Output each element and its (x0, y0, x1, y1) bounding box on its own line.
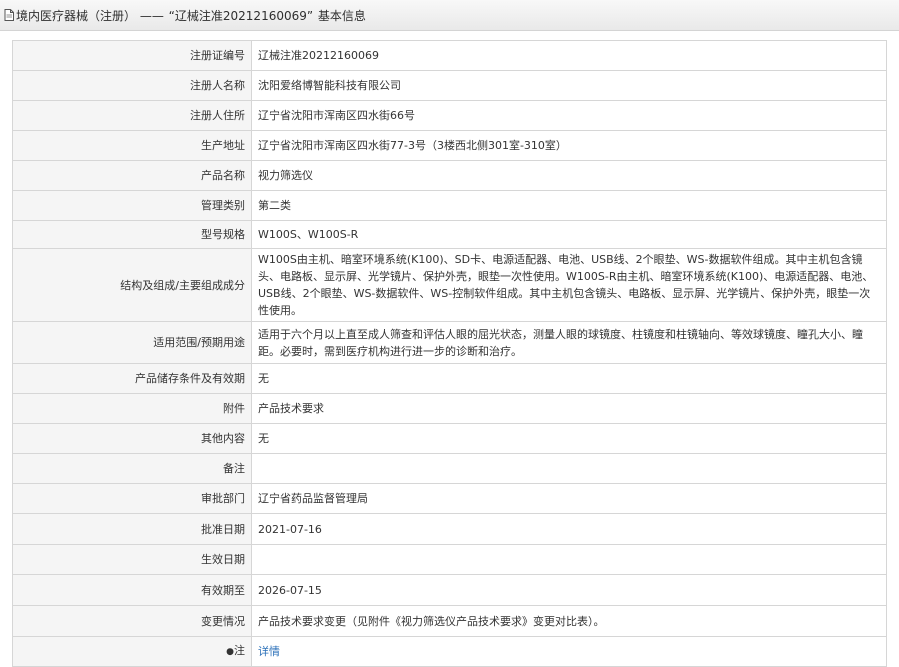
row-value: 第二类 (251, 190, 887, 221)
row-label: 其他内容 (12, 423, 252, 454)
row-value: 无 (251, 423, 887, 454)
title-prefix: 境内医疗器械（注册） (16, 8, 137, 23)
row-label: 有效期至 (12, 574, 252, 606)
row-value: 视力筛选仪 (251, 160, 887, 191)
details-link[interactable]: 详情 (258, 645, 280, 658)
row-label: 产品名称 (12, 160, 252, 191)
row-label: 适用范围/预期用途 (12, 321, 252, 364)
row-label: 型号规格 (12, 220, 252, 249)
table-row: 附件 产品技术要求 (12, 393, 887, 424)
row-label: 产品储存条件及有效期 (12, 363, 252, 394)
row-value: 2026-07-15 (251, 574, 887, 606)
row-label: ●注 (12, 636, 252, 667)
row-value: 辽械注准20212160069 (251, 40, 887, 71)
page-title: 境内医疗器械（注册） —— “辽械注准20212160069” 基本信息 (16, 7, 366, 24)
table-row: 产品名称 视力筛选仪 (12, 160, 887, 191)
row-label: 批准日期 (12, 513, 252, 545)
row-label: 注册人名称 (12, 70, 252, 101)
row-value: 辽宁省沈阳市浑南区四水街66号 (251, 100, 887, 131)
document-icon (4, 9, 14, 21)
row-value: 2021-07-16 (251, 513, 887, 545)
table-row: 型号规格 W100S、W100S-R (12, 220, 887, 249)
row-label: 审批部门 (12, 483, 252, 514)
row-label: 变更情况 (12, 605, 252, 637)
table-row: 适用范围/预期用途 适用于六个月以上直至成人筛查和评估人眼的屈光状态，测量人眼的… (12, 321, 887, 364)
table-row: 注册人名称 沈阳爱络博智能科技有限公司 (12, 70, 887, 101)
row-value: 沈阳爱络博智能科技有限公司 (251, 70, 887, 101)
row-label: 结构及组成/主要组成成分 (12, 248, 252, 322)
table-row: 结构及组成/主要组成成分 W100S由主机、暗室环境系统(K100)、SD卡、电… (12, 248, 887, 322)
row-label: 生效日期 (12, 544, 252, 575)
row-label: 管理类别 (12, 190, 252, 221)
table-row: 有效期至 2026-07-15 (12, 574, 887, 606)
basic-info-table: 注册证编号 辽械注准20212160069 注册人名称 沈阳爱络博智能科技有限公… (12, 40, 887, 667)
bullet-icon: ● (226, 647, 234, 657)
row-label: 生产地址 (12, 130, 252, 161)
table-row: 管理类别 第二类 (12, 190, 887, 221)
table-row: 产品储存条件及有效期 无 (12, 363, 887, 394)
row-value (251, 544, 887, 575)
row-label: 注册人住所 (12, 100, 252, 131)
row-value: 辽宁省沈阳市浑南区四水街77-3号（3楼西北侧301室-310室） (251, 130, 887, 161)
table-row: 批准日期 2021-07-16 (12, 513, 887, 545)
title-dash: —— (139, 8, 164, 23)
table-row: 注册人住所 辽宁省沈阳市浑南区四水街66号 (12, 100, 887, 131)
row-value: 产品技术要求变更（见附件《视力筛选仪产品技术要求》变更对比表）。 (251, 605, 887, 637)
row-value: W100S由主机、暗室环境系统(K100)、SD卡、电源适配器、电池、USB线、… (251, 248, 887, 322)
row-label: 注册证编号 (12, 40, 252, 71)
title-registration-number: “辽械注准20212160069” (168, 8, 314, 23)
row-label: 备注 (12, 453, 252, 484)
row-value (251, 453, 887, 484)
row-label: 附件 (12, 393, 252, 424)
row-value: 适用于六个月以上直至成人筛查和评估人眼的屈光状态，测量人眼的球镜度、柱镜度和柱镜… (251, 321, 887, 364)
table-row: 审批部门 辽宁省药品监督管理局 (12, 483, 887, 514)
table-row: 备注 (12, 453, 887, 484)
table-row: 其他内容 无 (12, 423, 887, 454)
note-label: 注 (234, 644, 245, 657)
table-row: 生产地址 辽宁省沈阳市浑南区四水街77-3号（3楼西北侧301室-310室） (12, 130, 887, 161)
row-value: 辽宁省药品监督管理局 (251, 483, 887, 514)
row-value: 无 (251, 363, 887, 394)
title-bar: 境内医疗器械（注册） —— “辽械注准20212160069” 基本信息 (0, 0, 899, 31)
table-row: 变更情况 产品技术要求变更（见附件《视力筛选仪产品技术要求》变更对比表）。 (12, 605, 887, 637)
table-row: ●注 详情 (12, 636, 887, 667)
title-suffix: 基本信息 (317, 8, 366, 23)
table-row: 注册证编号 辽械注准20212160069 (12, 40, 887, 71)
row-value: 详情 (251, 636, 887, 667)
row-value: 产品技术要求 (251, 393, 887, 424)
row-value: W100S、W100S-R (251, 220, 887, 249)
table-row: 生效日期 (12, 544, 887, 575)
